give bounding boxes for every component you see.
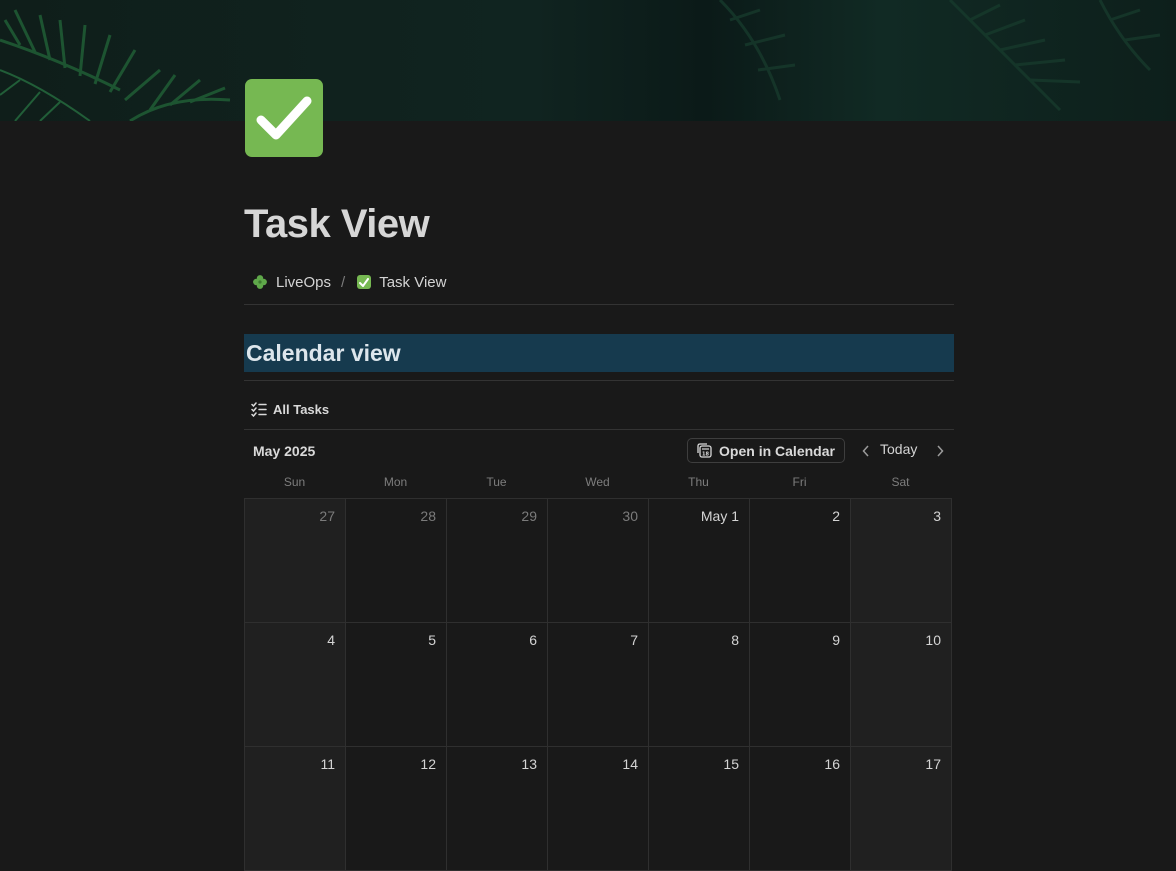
section-heading: Calendar view bbox=[246, 339, 401, 366]
open-in-calendar-label: Open in Calendar bbox=[719, 442, 835, 459]
day-number: 10 bbox=[925, 632, 941, 648]
check-mark-button-icon bbox=[357, 275, 372, 289]
calendar-day-cell[interactable]: 28 bbox=[346, 499, 447, 623]
day-number: 9 bbox=[832, 632, 840, 648]
day-number: 3 bbox=[933, 508, 941, 524]
weekday-label: Fri bbox=[792, 475, 807, 489]
breadcrumb-item-liveops[interactable]: LiveOps bbox=[252, 274, 331, 291]
calendar-week: 11 12 13 14 15 16 17 bbox=[245, 747, 952, 871]
divider bbox=[244, 429, 954, 430]
weekday-label: Thu bbox=[688, 475, 709, 489]
chevron-left-icon bbox=[862, 445, 869, 457]
calendar-heading-block[interactable]: Calendar view bbox=[244, 334, 954, 372]
day-number: 2 bbox=[832, 508, 840, 524]
calendar-week: 27 28 29 30 May 1 2 3 bbox=[245, 499, 952, 623]
day-number: 6 bbox=[529, 632, 537, 648]
weekday-label: Mon bbox=[383, 475, 408, 489]
calendar-day-cell[interactable]: 11 bbox=[245, 747, 346, 871]
page-cover[interactable] bbox=[0, 0, 1176, 121]
calendar-day-cell[interactable]: 10 bbox=[851, 623, 952, 747]
calendar-day-cell[interactable]: 17 bbox=[851, 747, 952, 871]
tab-label: All Tasks bbox=[273, 401, 330, 417]
day-number: 16 bbox=[824, 756, 840, 772]
calendar-grid: 27 28 29 30 May 1 2 3 4 5 6 7 8 9 10 11 … bbox=[244, 498, 952, 871]
day-number: 15 bbox=[723, 756, 739, 772]
calendar-day-cell[interactable]: 4 bbox=[245, 623, 346, 747]
calendar-day-cell[interactable]: 15 bbox=[649, 747, 750, 871]
divider bbox=[244, 380, 954, 381]
calendar-month-label: May 2025 bbox=[253, 443, 316, 459]
calendar-day-cell[interactable]: 29 bbox=[447, 499, 548, 623]
day-number: 8 bbox=[731, 632, 739, 648]
day-number: 11 bbox=[320, 756, 335, 772]
calendar-app-icon: 18 bbox=[697, 443, 712, 458]
breadcrumb-item-task-view[interactable]: Task View bbox=[357, 274, 446, 291]
calendar-week: 4 5 6 7 8 9 10 bbox=[245, 623, 952, 747]
calendar-day-cell[interactable]: 7 bbox=[548, 623, 649, 747]
breadcrumb-label: LiveOps bbox=[276, 273, 332, 291]
calendar-day-cell[interactable]: 2 bbox=[750, 499, 851, 623]
day-number: 12 bbox=[420, 756, 436, 772]
day-number: 17 bbox=[925, 756, 941, 772]
next-month-button[interactable] bbox=[932, 442, 948, 460]
calendar-day-cell[interactable]: 3 bbox=[851, 499, 952, 623]
day-number: 14 bbox=[622, 756, 638, 772]
day-number: 7 bbox=[630, 632, 638, 648]
day-number: 5 bbox=[428, 632, 436, 648]
day-number: 4 bbox=[327, 632, 335, 648]
calendar-day-cell[interactable]: 14 bbox=[548, 747, 649, 871]
day-number: 30 bbox=[622, 508, 638, 524]
day-number: 13 bbox=[521, 756, 537, 772]
calendar-day-cell[interactable]: 12 bbox=[346, 747, 447, 871]
breadcrumb-separator: / bbox=[341, 273, 346, 291]
calendar-day-cell[interactable]: 8 bbox=[649, 623, 750, 747]
calendar-day-cell[interactable]: 16 bbox=[750, 747, 851, 871]
weekday-header: Sun Mon Tue Wed Thu Fri Sat bbox=[244, 475, 951, 495]
clover-icon bbox=[253, 275, 267, 289]
divider bbox=[244, 304, 954, 305]
calendar-day-cell[interactable]: 6 bbox=[447, 623, 548, 747]
calendar-day-cell[interactable]: 30 bbox=[548, 499, 649, 623]
calendar-day-cell[interactable]: 5 bbox=[346, 623, 447, 747]
tab-all-tasks[interactable]: All Tasks bbox=[251, 399, 329, 419]
weekday-label: Sat bbox=[891, 475, 910, 489]
calendar-day-cell[interactable]: May 1 bbox=[649, 499, 750, 623]
breadcrumb-label: Task View bbox=[379, 273, 447, 291]
day-number: 27 bbox=[319, 508, 335, 524]
chevron-right-icon bbox=[937, 445, 944, 457]
day-number: 28 bbox=[420, 508, 436, 524]
page-title: Task View bbox=[244, 202, 430, 246]
fern-leaves-illustration bbox=[0, 0, 1161, 121]
day-number: May 1 bbox=[700, 508, 739, 524]
checklist-icon bbox=[251, 401, 267, 417]
today-button[interactable]: Today bbox=[880, 441, 917, 461]
previous-month-button[interactable] bbox=[858, 442, 874, 460]
weekday-label: Wed bbox=[585, 475, 610, 489]
open-in-calendar-button[interactable]: 18 Open in Calendar bbox=[687, 438, 845, 463]
svg-text:18: 18 bbox=[702, 452, 709, 458]
calendar-day-cell[interactable]: 9 bbox=[750, 623, 851, 747]
breadcrumb: LiveOps / Task View bbox=[252, 271, 446, 293]
calendar-day-cell[interactable]: 27 bbox=[245, 499, 346, 623]
weekday-label: Sun bbox=[283, 475, 306, 489]
page-icon-check-mark[interactable] bbox=[245, 79, 323, 157]
weekday-label: Tue bbox=[486, 475, 507, 489]
check-mark-icon bbox=[256, 96, 312, 140]
calendar-day-cell[interactable]: 13 bbox=[447, 747, 548, 871]
day-number: 29 bbox=[521, 508, 537, 524]
